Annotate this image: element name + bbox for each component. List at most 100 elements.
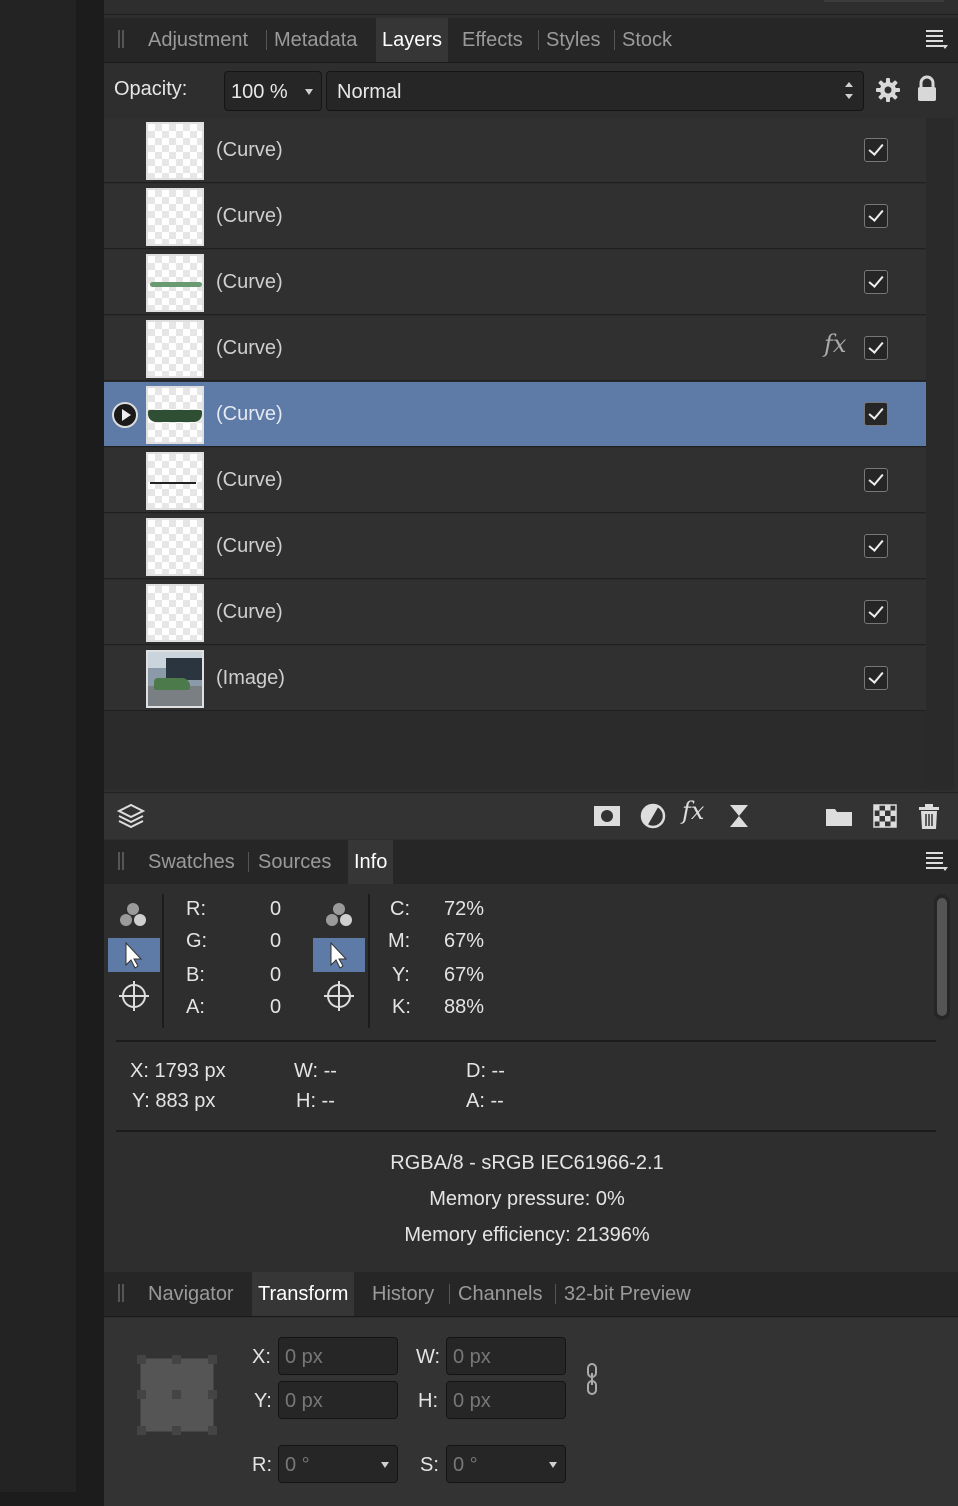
link-chain-icon[interactable] xyxy=(584,1362,600,1396)
visibility-checkbox[interactable] xyxy=(864,336,888,360)
mask-layer-icon[interactable] xyxy=(592,801,622,831)
layer-row-2[interactable]: (Curve) xyxy=(104,184,926,249)
tab-stock[interactable]: Stock xyxy=(622,18,672,62)
info-scrollbar-thumb[interactable] xyxy=(937,898,947,1016)
visibility-checkbox[interactable] xyxy=(864,468,888,492)
rgba-value-g: 0 xyxy=(270,930,282,952)
anchor-selector[interactable] xyxy=(137,1355,217,1435)
layer-row-1[interactable]: (Curve) xyxy=(104,118,926,183)
transform-w-field[interactable]: 0 px xyxy=(446,1337,566,1375)
transform-y-field[interactable]: 0 px xyxy=(278,1381,398,1419)
transform-y-label: Y: xyxy=(254,1390,272,1412)
panel-menu-icon[interactable] xyxy=(926,852,948,872)
opacity-dropdown[interactable]: 100 % xyxy=(224,71,322,111)
rotation-dropdown[interactable]: 0 ° xyxy=(278,1445,398,1483)
layer-name: (Curve) xyxy=(216,139,283,161)
visibility-checkbox[interactable] xyxy=(864,402,888,426)
pointer-icon xyxy=(125,941,143,969)
layer-thumbnail xyxy=(146,518,204,576)
rgba-value-a: 0 xyxy=(270,996,282,1018)
info-tab-bar: Swatches Sources Info xyxy=(104,840,958,885)
left-canvas-strip xyxy=(0,0,76,1492)
tab-layers[interactable]: Layers xyxy=(376,18,449,62)
visibility-checkbox[interactable] xyxy=(864,204,888,228)
tab-info[interactable]: Info xyxy=(348,840,394,884)
transform-r-label: R: xyxy=(252,1454,272,1476)
layers-stack-icon[interactable] xyxy=(116,801,146,831)
layers-scrollbar-track[interactable] xyxy=(926,118,954,790)
layer-thumbnail xyxy=(146,188,204,246)
visibility-checkbox[interactable] xyxy=(864,534,888,558)
layer-row-7[interactable]: (Curve) xyxy=(104,514,926,579)
rgba-label-g: G: xyxy=(186,930,208,952)
rgba-label-b: B: xyxy=(186,964,205,986)
tab-metadata[interactable]: Metadata xyxy=(274,18,357,62)
stepper-up-icon xyxy=(845,82,853,87)
layer-row-3[interactable]: (Curve) xyxy=(104,250,926,315)
rgba-value-r: 0 xyxy=(270,898,282,920)
crosshair-icon[interactable] xyxy=(118,980,150,1012)
transform-tab-bar: Navigator Transform History Channels 32-… xyxy=(104,1272,958,1317)
layer-controls-row: Opacity: 100 % Normal xyxy=(104,66,958,118)
transform-x-label: X: xyxy=(252,1346,271,1368)
layer-row-6[interactable]: (Curve) xyxy=(104,448,926,513)
visibility-checkbox[interactable] xyxy=(864,270,888,294)
layer-row-9[interactable]: (Image) xyxy=(104,646,926,711)
tab-transform[interactable]: Transform xyxy=(252,1272,355,1316)
transform-panel: X: 0 px W: 0 px Y: 0 px H: 0 px R: 0 ° S… xyxy=(104,1318,958,1506)
rgba-label-r: R: xyxy=(186,898,206,920)
tab-history[interactable]: History xyxy=(372,1272,434,1316)
transform-h-field[interactable]: 0 px xyxy=(446,1381,566,1419)
expand-layer-icon[interactable] xyxy=(112,402,138,428)
cmyk-label-k: K: xyxy=(392,996,411,1018)
gear-icon[interactable] xyxy=(874,76,902,104)
tab-swatches[interactable]: Swatches xyxy=(148,840,235,884)
visibility-checkbox[interactable] xyxy=(864,138,888,162)
color-channels-icon[interactable] xyxy=(118,900,148,930)
opacity-label: Opacity: xyxy=(114,78,188,100)
tab-styles[interactable]: Styles xyxy=(546,18,600,62)
memory-pressure-text: Memory pressure: 0% xyxy=(429,1188,625,1210)
folder-icon[interactable] xyxy=(824,801,854,831)
layer-row-4[interactable]: (Curve) fx xyxy=(104,316,926,381)
shear-dropdown[interactable]: 0 ° xyxy=(446,1445,566,1483)
layer-name: (Curve) xyxy=(216,271,283,293)
shear-value: 0 ° xyxy=(453,1454,478,1476)
tab-sources[interactable]: Sources xyxy=(258,840,331,884)
cmyk-label-y: Y: xyxy=(392,964,410,986)
layer-row-5[interactable]: (Curve) xyxy=(104,382,926,447)
pointer-mode-selected[interactable] xyxy=(108,938,160,972)
layer-thumbnail xyxy=(146,320,204,378)
color-channels-icon[interactable] xyxy=(324,900,354,930)
cmyk-value-y: 67% xyxy=(444,964,485,986)
transform-x-field[interactable]: 0 px xyxy=(278,1337,398,1375)
blend-mode-value: Normal xyxy=(337,81,402,103)
tab-adjustment[interactable]: Adjustment xyxy=(148,18,248,62)
panel-grip-icon[interactable] xyxy=(118,852,124,870)
tab-navigator[interactable]: Navigator xyxy=(148,1272,234,1316)
tab-channels[interactable]: Channels xyxy=(458,1272,543,1316)
blend-mode-select[interactable]: Normal xyxy=(326,71,864,111)
effects-fx-icon[interactable]: fx xyxy=(682,797,704,825)
tab-32bit-preview[interactable]: 32-bit Preview xyxy=(564,1272,691,1316)
layer-row-8[interactable]: (Curve) xyxy=(104,580,926,645)
visibility-checkbox[interactable] xyxy=(864,600,888,624)
panel-grip-icon[interactable] xyxy=(118,30,124,48)
adjustment-icon[interactable] xyxy=(638,801,668,831)
crosshair-icon[interactable] xyxy=(323,980,355,1012)
transform-w-label: W: xyxy=(416,1346,441,1368)
info-scrollbar-track[interactable] xyxy=(934,894,950,1020)
visibility-checkbox[interactable] xyxy=(864,666,888,690)
layer-name: (Curve) xyxy=(216,469,283,491)
lock-icon[interactable] xyxy=(916,75,938,103)
pixel-layer-icon[interactable] xyxy=(870,801,900,831)
trash-icon[interactable] xyxy=(914,801,944,831)
live-filter-icon[interactable] xyxy=(724,801,754,831)
tab-effects[interactable]: Effects xyxy=(462,18,523,62)
layer-thumbnail xyxy=(146,122,204,180)
fx-icon[interactable]: fx xyxy=(824,330,846,358)
pointer-mode-selected[interactable] xyxy=(313,938,365,972)
panel-grip-icon[interactable] xyxy=(118,1284,124,1302)
panel-menu-icon[interactable] xyxy=(926,30,948,50)
cmyk-label-c: C: xyxy=(390,898,410,920)
